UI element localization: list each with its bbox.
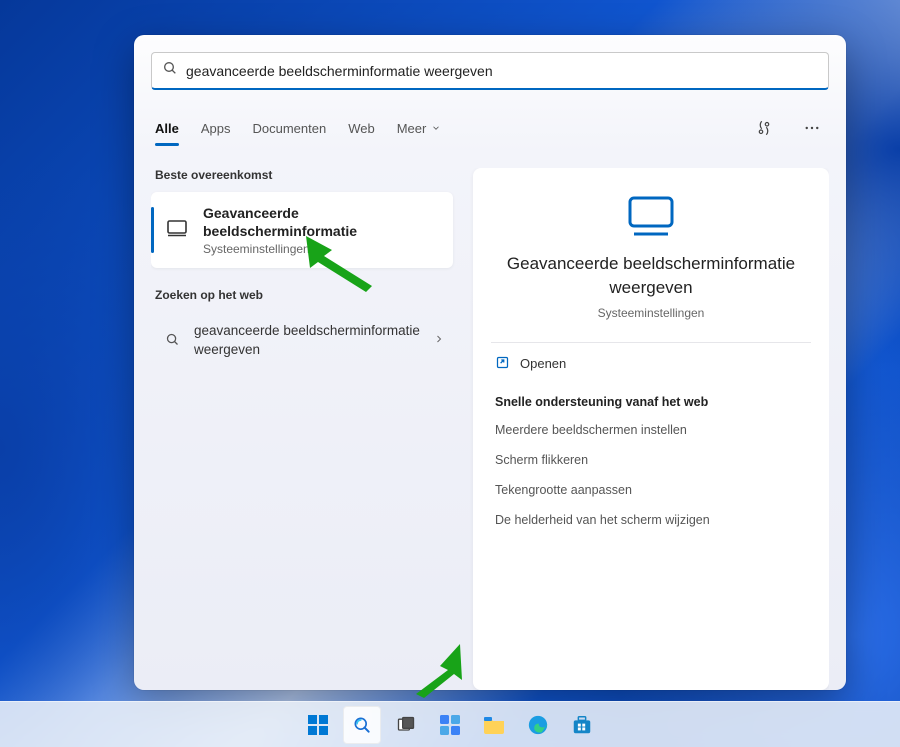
store-icon <box>571 714 593 736</box>
cortana-shortcut-icon[interactable] <box>751 115 777 141</box>
task-view-icon <box>396 715 416 735</box>
chevron-down-icon <box>431 123 441 133</box>
tab-documents[interactable]: Documenten <box>252 121 326 136</box>
search-scope-tabs: Alle Apps Documenten Web Meer <box>151 110 829 146</box>
annotation-arrow <box>300 230 382 292</box>
chevron-right-icon <box>433 333 445 348</box>
best-match-label: Beste overeenkomst <box>155 168 449 182</box>
tab-all[interactable]: Alle <box>155 121 179 136</box>
windows-logo-icon <box>307 714 329 736</box>
search-icon <box>162 60 178 81</box>
taskbar <box>0 701 900 747</box>
preview-title: Geavanceerde beeldscherminformatie weerg… <box>497 252 805 300</box>
search-box[interactable] <box>151 52 829 90</box>
edge-icon <box>527 714 549 736</box>
widgets-icon <box>439 714 461 736</box>
widgets-button[interactable] <box>431 706 469 744</box>
search-panel: Alle Apps Documenten Web Meer Beste over… <box>134 35 846 690</box>
open-icon <box>495 355 510 373</box>
open-label: Openen <box>520 356 566 371</box>
task-view-button[interactable] <box>387 706 425 744</box>
tab-apps[interactable]: Apps <box>201 121 231 136</box>
web-search-item[interactable]: geavanceerde beeldscherminformatie weerg… <box>151 312 453 368</box>
tab-web[interactable]: Web <box>348 121 375 136</box>
search-icon <box>352 715 372 735</box>
file-explorer-button[interactable] <box>475 706 513 744</box>
open-action[interactable]: Openen <box>473 343 829 385</box>
microsoft-store-button[interactable] <box>563 706 601 744</box>
monitor-icon <box>165 216 189 245</box>
search-input[interactable] <box>186 63 818 79</box>
quick-support-label: Snelle ondersteuning vanaf het web <box>473 385 829 415</box>
annotation-arrow <box>410 640 470 700</box>
preview-subtitle: Systeeminstellingen <box>497 306 805 320</box>
quick-link-text-size[interactable]: Tekengrootte aanpassen <box>473 475 829 505</box>
preview-pane: Geavanceerde beeldscherminformatie weerg… <box>473 168 829 690</box>
taskbar-search-button[interactable] <box>343 706 381 744</box>
tab-more-label: Meer <box>397 121 427 136</box>
more-options-icon[interactable] <box>799 115 825 141</box>
desktop-background: Alle Apps Documenten Web Meer Beste over… <box>0 0 900 747</box>
search-icon <box>165 332 180 350</box>
quick-link-brightness[interactable]: De helderheid van het scherm wijzigen <box>473 505 829 535</box>
folder-icon <box>483 715 505 735</box>
web-search-text: geavanceerde beeldscherminformatie weerg… <box>194 322 439 358</box>
quick-link-multi-display[interactable]: Meerdere beeldschermen instellen <box>473 415 829 445</box>
tab-more[interactable]: Meer <box>397 121 442 136</box>
start-button[interactable] <box>299 706 337 744</box>
quick-link-flicker[interactable]: Scherm flikkeren <box>473 445 829 475</box>
monitor-icon <box>624 194 678 238</box>
edge-button[interactable] <box>519 706 557 744</box>
